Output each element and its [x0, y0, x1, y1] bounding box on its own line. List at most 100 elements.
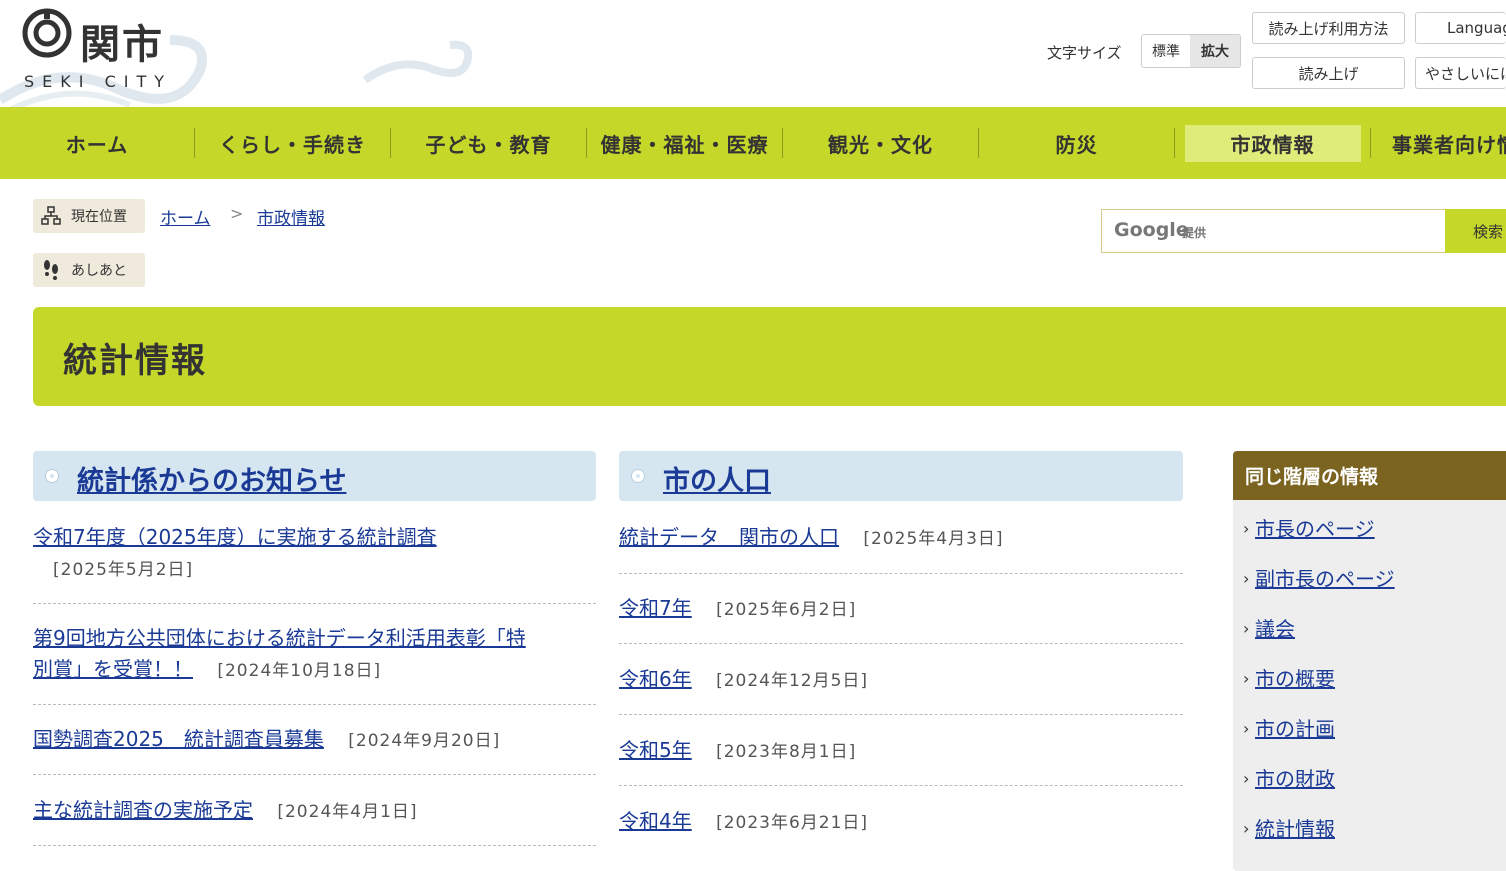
notice-item: 第9回地方公共団体における統計データ利活用表彰「特 別賞」を受賞！！ [2024年… — [33, 623, 596, 687]
population-link[interactable]: 令和6年 — [619, 667, 692, 691]
notice-date: [2024年4月1日] — [277, 802, 418, 822]
nav-item-children[interactable]: 子ども・教育 — [391, 107, 586, 179]
sidebar-link[interactable]: 市の財政 — [1255, 767, 1335, 791]
city-emblem-icon — [22, 8, 72, 58]
same-level-sidebar: 同じ階層の情報 › 市長のページ › 副市長のページ › 議会 › 市の概要 › 市の計画… — [1233, 451, 1506, 871]
notices-heading-link[interactable]: 統計係からのお知らせ — [77, 459, 346, 498]
population-link[interactable]: 統計データ 関市の人口 — [619, 525, 839, 549]
sidebar-link[interactable]: 統計情報 — [1255, 817, 1335, 841]
sidebar-item-plans: › 市の計画 — [1243, 713, 1335, 742]
population-date: [2025年4月3日] — [863, 529, 1004, 549]
fontsize-label: 文字サイズ — [1047, 44, 1122, 62]
nav-item-city-admin[interactable]: 市政情報 — [1175, 107, 1370, 179]
notice-item: 主な統計調査の実施予定 [2024年4月1日] — [33, 795, 596, 828]
notices-heading-bar: 統計係からのお知らせ — [33, 451, 596, 501]
list-divider — [619, 785, 1183, 786]
site-logo[interactable]: 関市 SEKI CITY — [22, 8, 222, 98]
chevron-right-icon: › — [1243, 719, 1250, 738]
footprints-icon — [39, 258, 63, 282]
logo-text: 関市 — [80, 22, 164, 68]
sidebar-item-finance: › 市の財政 — [1243, 763, 1335, 792]
notice-link[interactable]: 国勢調査2025 統計調査員募集 — [33, 727, 324, 751]
population-link[interactable]: 令和5年 — [619, 738, 692, 762]
fontsize-large-button[interactable]: 拡大 — [1190, 35, 1240, 67]
nav-item-city-admin-label: 市政情報 — [1184, 124, 1361, 162]
bullet-icon — [631, 469, 645, 483]
breadcrumb-home-link[interactable]: ホーム — [160, 204, 211, 229]
chevron-right-icon: › — [1243, 819, 1250, 838]
population-date: [2025年6月2日] — [716, 600, 857, 620]
nav-item-home[interactable]: ホーム — [0, 107, 194, 179]
population-date: [2023年8月1日] — [716, 742, 857, 762]
sidebar-item-mayor: › 市長のページ — [1243, 513, 1375, 542]
page-title: 統計情報 — [63, 341, 207, 381]
sitemap-icon — [39, 204, 63, 228]
population-date: [2023年6月21日] — [716, 813, 869, 833]
breadcrumb-city-admin-link[interactable]: 市政情報 — [257, 204, 325, 229]
population-link[interactable]: 令和7年 — [619, 596, 692, 620]
language-button[interactable]: Language — [1415, 12, 1506, 44]
logo-subtext: SEKI CITY — [24, 72, 172, 91]
sidebar-link[interactable]: 副市長のページ — [1255, 567, 1395, 591]
history-label: あしあと — [71, 263, 127, 279]
global-nav: ホーム くらし・手続き 子ども・教育 健康・福祉・医療 観光・文化 防災 市政情… — [0, 107, 1506, 179]
nav-item-health[interactable]: 健康・福祉・医療 — [587, 107, 782, 179]
chevron-right-icon: › — [1243, 769, 1250, 788]
fontsize-normal-button[interactable]: 標準 — [1142, 35, 1190, 67]
sidebar-link[interactable]: 市の計画 — [1255, 717, 1335, 741]
nav-item-business-label: 事業者向け情報 — [1392, 132, 1506, 157]
nav-item-disaster[interactable]: 防災 — [979, 107, 1174, 179]
list-divider — [33, 845, 596, 846]
nav-item-living[interactable]: くらし・手続き — [195, 107, 390, 179]
search-input[interactable] — [1112, 210, 1436, 254]
notice-item: 令和7年度（2025年度）に実施する統計調査 [2025年5月2日] — [33, 522, 593, 586]
current-location-tag: 現在位置 — [33, 199, 145, 233]
population-item: 統計データ 関市の人口 [2025年4月3日] — [619, 522, 1183, 555]
notice-item: 国勢調査2025 統計調査員募集 [2024年9月20日] — [33, 724, 596, 757]
readaloud-button[interactable]: 読み上げ — [1252, 57, 1405, 89]
chevron-right-icon: › — [1243, 619, 1250, 638]
list-divider — [619, 643, 1183, 644]
list-divider — [33, 774, 596, 775]
current-location-label: 現在位置 — [71, 209, 127, 225]
search-button[interactable]: 検索 — [1445, 209, 1506, 253]
fontsize-switcher: 標準 拡大 — [1141, 34, 1241, 68]
list-divider — [619, 714, 1183, 715]
population-heading-bar: 市の人口 — [619, 451, 1183, 501]
chevron-right-icon: › — [1243, 669, 1250, 688]
sidebar-item-assembly: › 議会 — [1243, 613, 1295, 642]
population-link[interactable]: 令和4年 — [619, 809, 692, 833]
notice-link[interactable]: 令和7年度（2025年度）に実施する統計調査 — [33, 525, 437, 549]
sidebar-link[interactable]: 市長のページ — [1255, 517, 1375, 541]
sidebar-link[interactable]: 議会 — [1255, 617, 1295, 641]
sidebar-item-vice-mayor: › 副市長のページ — [1243, 563, 1395, 592]
breadcrumb-separator: > — [230, 204, 244, 223]
nav-item-business[interactable]: 事業者向け情報 — [1371, 107, 1506, 179]
bullet-icon — [45, 469, 59, 483]
notice-date: [2025年5月2日] — [53, 560, 194, 580]
sidebar-item-overview: › 市の概要 — [1243, 663, 1335, 692]
easy-japanese-button[interactable]: やさしいにほんご — [1415, 57, 1506, 89]
population-heading-link[interactable]: 市の人口 — [663, 459, 771, 498]
chevron-right-icon: › — [1243, 519, 1250, 538]
population-item: 令和4年 [2023年6月21日] — [619, 806, 1183, 839]
easy-japanese-label: やさしいにほんご — [1425, 64, 1506, 83]
language-label: Language — [1447, 19, 1506, 37]
history-tag: あしあと — [33, 253, 145, 287]
population-item: 令和7年 [2025年6月2日] — [619, 593, 1183, 626]
site-search-box: Google 提供 — [1101, 209, 1446, 254]
page-title-bar: 統計情報 — [33, 307, 1506, 406]
notice-link[interactable]: 主な統計調査の実施予定 — [33, 798, 253, 822]
notice-link-line2: 別賞」を受賞！！ — [33, 657, 193, 681]
list-divider — [33, 603, 596, 604]
chevron-right-icon: › — [1243, 569, 1250, 588]
decorative-swirl-right — [362, 40, 473, 84]
readaloud-howto-button[interactable]: 読み上げ利用方法 — [1252, 12, 1405, 44]
sidebar-link[interactable]: 市の概要 — [1255, 667, 1335, 691]
sidebar-heading: 同じ階層の情報 — [1233, 451, 1506, 500]
list-divider — [33, 704, 596, 705]
population-date: [2024年12月5日] — [716, 671, 869, 691]
notice-date: [2024年9月20日] — [348, 731, 501, 751]
population-item: 令和5年 [2023年8月1日] — [619, 735, 1183, 768]
nav-item-tourism[interactable]: 観光・文化 — [783, 107, 978, 179]
